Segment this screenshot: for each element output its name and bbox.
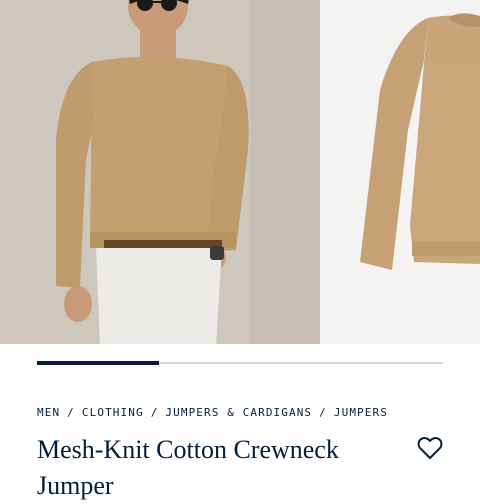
wishlist-heart-icon[interactable] bbox=[416, 434, 444, 462]
flat-sweater-photo bbox=[320, 0, 480, 344]
breadcrumb-item-jumpers[interactable]: JUMPERS bbox=[334, 406, 388, 419]
breadcrumb-item-clothing[interactable]: CLOTHING bbox=[82, 406, 144, 419]
breadcrumb-separator: / bbox=[150, 406, 159, 419]
product-image-model[interactable] bbox=[0, 0, 320, 344]
gallery-progress-indicator bbox=[37, 361, 159, 365]
breadcrumb: MEN / CLOTHING / JUMPERS & CARDIGANS / JUMPERS bbox=[37, 406, 388, 419]
breadcrumb-separator: / bbox=[67, 406, 75, 419]
breadcrumb-item-jumpers-cardigans[interactable]: JUMPERS & CARDIGANS bbox=[165, 406, 312, 419]
breadcrumb-item-men[interactable]: MEN bbox=[37, 406, 60, 419]
model-photo bbox=[0, 0, 320, 344]
gallery-progress-track[interactable] bbox=[37, 361, 443, 365]
product-title: Mesh-Knit Cotton Crewneck Jumper bbox=[37, 435, 339, 500]
product-image-flat[interactable] bbox=[320, 0, 480, 344]
breadcrumb-separator: / bbox=[319, 406, 327, 419]
product-image-gallery[interactable] bbox=[0, 0, 480, 344]
